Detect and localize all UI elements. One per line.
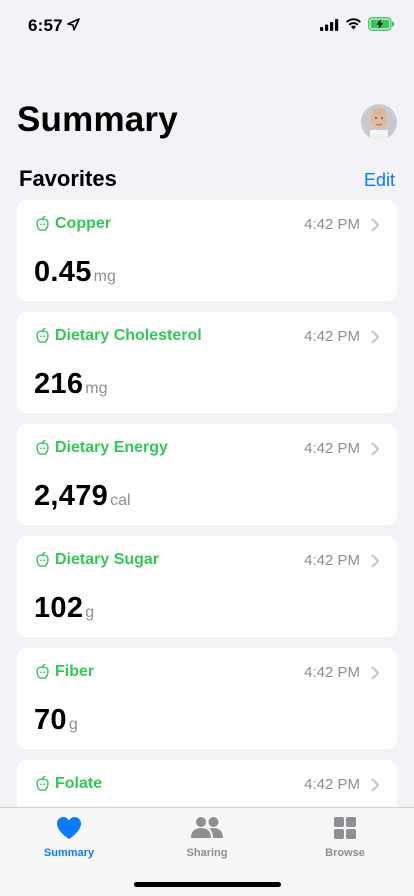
card-title: Folate [55,775,103,792]
favorite-card-2[interactable]: Dietary Energy 4:42 PM 2,479 cal [17,424,397,525]
card-title: Dietary Cholesterol [55,327,202,344]
apple-icon [36,551,49,568]
card-title: Copper [55,215,111,232]
card-value: 2,479 [34,480,109,512]
grid-icon [334,817,356,839]
home-indicator[interactable] [134,882,281,887]
chevron-right-icon [371,554,379,568]
apple-icon [36,775,49,792]
chevron-right-icon [371,442,379,456]
card-unit: g [85,604,95,621]
favorite-card-3[interactable]: Dietary Sugar 4:42 PM 102 g [17,536,397,637]
card-timestamp: 4:42 PM [304,664,360,681]
status-time: 6:57 [28,16,63,35]
apple-icon [36,439,49,456]
card-value: 0.45 [34,256,92,288]
card-value: 102 [34,592,84,624]
tab-label: Sharing [186,847,228,859]
battery-charging-icon [368,17,394,31]
page-title: Summary [17,100,178,139]
card-value-row: 216 mg [34,368,108,401]
card-title: Dietary Energy [55,439,168,456]
chevron-right-icon [371,330,379,344]
card-title: Fiber [55,663,95,680]
tab-sharing[interactable]: Sharing [147,816,267,868]
people-icon [191,817,223,838]
favorites-heading: Favorites [19,166,117,191]
card-value-row: 102 g [34,592,94,625]
card-value-row: 2,479 cal [34,480,131,513]
card-timestamp: 4:42 PM [304,440,360,457]
chevron-right-icon [371,666,379,680]
apple-icon [36,663,49,680]
profile-avatar[interactable] [361,104,397,140]
avatar-image [361,104,397,140]
card-timestamp: 4:42 PM [304,216,360,233]
favorite-card-1[interactable]: Dietary Cholesterol 4:42 PM 216 mg [17,312,397,413]
location-arrow-icon [67,18,80,31]
card-value: 216 [34,368,84,400]
card-unit: g [68,716,78,733]
chevron-right-icon [371,218,379,232]
tab-label: Summary [43,847,95,859]
tab-summary[interactable]: Summary [9,816,129,868]
wifi-icon [346,18,361,30]
tab-bar: Summary Sharing Browse [0,807,414,896]
cellular-signal-icon [320,19,339,31]
card-value-row: 70 g [34,704,78,737]
tab-label: Browse [325,847,365,859]
apple-icon [36,215,49,232]
apple-icon [36,327,49,344]
favorite-card-4[interactable]: Fiber 4:42 PM 70 g [17,648,397,749]
edit-favorites-button[interactable]: Edit [364,170,395,191]
card-unit: mg [85,380,108,397]
card-title: Dietary Sugar [55,551,160,568]
favorites-list: Copper 4:42 PM 0.45 mg Dietary Cholester… [17,200,397,872]
tab-browse[interactable]: Browse [285,816,405,868]
card-value-row: 0.45 mg [34,256,116,289]
card-timestamp: 4:42 PM [304,552,360,569]
chevron-right-icon [371,778,379,792]
card-unit: mg [93,268,116,285]
status-bar: 6:57 [0,0,414,50]
favorite-card-0[interactable]: Copper 4:42 PM 0.45 mg [17,200,397,301]
card-timestamp: 4:42 PM [304,776,360,793]
heart-icon [57,817,81,839]
card-unit: cal [110,492,131,509]
card-timestamp: 4:42 PM [304,328,360,345]
card-value: 70 [34,704,67,736]
